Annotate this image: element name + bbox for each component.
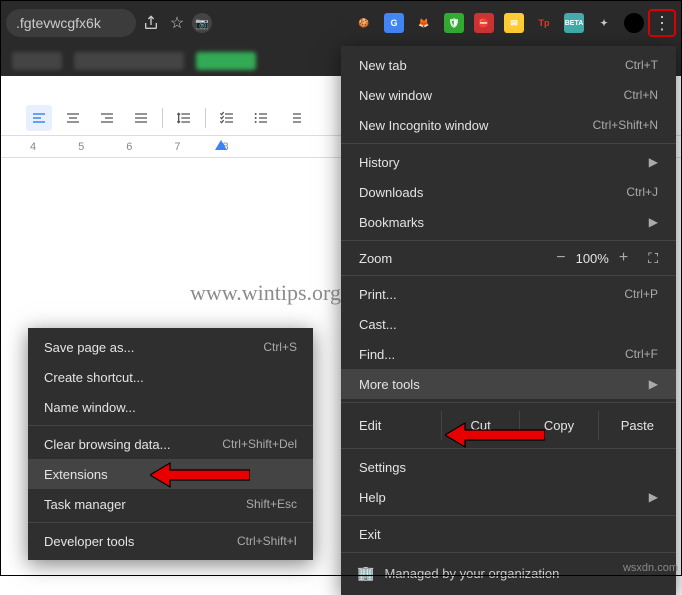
edit-label: Edit [341,411,441,440]
source-tag: wsxdn.com [623,562,678,574]
ext-icon-cookie[interactable]: 🍪 [354,13,374,33]
fullscreen-icon[interactable]: ⛶ [648,250,658,267]
submenu-clear-data[interactable]: Clear browsing data...Ctrl+Shift+Del [28,429,313,459]
menu-find[interactable]: Find...Ctrl+F [341,339,676,369]
profile-avatar[interactable] [624,13,644,33]
zoom-value: 100% [576,251,609,266]
chevron-right-icon: ▶ [649,215,658,229]
align-justify[interactable] [128,105,154,131]
ext-icon-beta[interactable]: BETA [564,13,584,33]
align-left[interactable] [26,105,52,131]
menu-history[interactable]: History▶ [341,147,676,177]
submenu-save-page[interactable]: Save page as...Ctrl+S [28,332,313,362]
menu-new-incognito[interactable]: New Incognito windowCtrl+Shift+N [341,110,676,140]
submenu-create-shortcut[interactable]: Create shortcut... [28,362,313,392]
menu-new-window[interactable]: New windowCtrl+N [341,80,676,110]
ext-icon-translate[interactable]: G [384,13,404,33]
align-center[interactable] [60,105,86,131]
edit-cut[interactable]: Cut [441,411,519,440]
menu-bookmarks[interactable]: Bookmarks▶ [341,207,676,237]
menu-cast[interactable]: Cast... [341,309,676,339]
puzzle-icon[interactable]: ✦ [594,13,614,33]
submenu-dev-tools[interactable]: Developer toolsCtrl+Shift+I [28,526,313,556]
line-spacing[interactable] [171,105,197,131]
submenu-task-manager[interactable]: Task managerShift+Esc [28,489,313,519]
ext-icon-block[interactable]: ⛔ [474,13,494,33]
menu-new-tab[interactable]: New tabCtrl+T [341,50,676,80]
menu-downloads[interactable]: DownloadsCtrl+J [341,177,676,207]
more-tools-submenu: Save page as...Ctrl+S Create shortcut...… [28,328,313,560]
ruler-mark: 7 [174,141,180,153]
submenu-name-window[interactable]: Name window... [28,392,313,422]
submenu-extensions[interactable]: Extensions [28,459,313,489]
chrome-main-menu: New tabCtrl+T New windowCtrl+N New Incog… [341,46,676,595]
ruler-mark: 5 [78,141,84,153]
menu-more-tools[interactable]: More tools▶ [341,369,676,399]
menu-help[interactable]: Help▶ [341,482,676,512]
chevron-right-icon: ▶ [649,490,658,504]
edit-paste[interactable]: Paste [598,411,676,440]
share-icon[interactable] [140,12,162,34]
ext-icon-mail[interactable]: ✉ [504,13,524,33]
numbered-list[interactable] [282,105,308,131]
chevron-right-icon: ▶ [649,377,658,391]
bulleted-list[interactable] [248,105,274,131]
chevron-right-icon: ▶ [649,155,658,169]
ext-icon-shield[interactable]: 🛡 [444,13,464,33]
edit-copy[interactable]: Copy [519,411,597,440]
extension-icons: 🍪 G 🦊 🛡 ⛔ ✉ Tp BETA ✦ [354,13,644,33]
indent-marker[interactable] [215,140,227,150]
bookmark-item[interactable] [12,52,62,70]
building-icon: 🏢 [357,565,374,582]
zoom-in-button[interactable]: + [619,249,628,267]
ruler-mark: 4 [30,141,36,153]
menu-print[interactable]: Print...Ctrl+P [341,279,676,309]
address-bar[interactable]: .fgtevwcgfx6k [6,9,136,37]
chrome-menu-button[interactable]: ⋮ [648,9,676,37]
ext-icon-metamask[interactable]: 🦊 [414,13,434,33]
menu-exit[interactable]: Exit [341,519,676,549]
star-icon[interactable]: ☆ [166,12,188,34]
bookmark-item[interactable] [196,52,256,70]
ext-icon-tp[interactable]: Tp [534,13,554,33]
browser-top-bar: .fgtevwcgfx6k ☆ 📷 🍪 G 🦊 🛡 ⛔ ✉ Tp BETA ✦ … [0,0,682,46]
menu-settings[interactable]: Settings [341,452,676,482]
zoom-out-button[interactable]: − [556,249,565,267]
ruler-mark: 6 [126,141,132,153]
bookmark-item[interactable] [74,52,184,70]
menu-edit-row: Edit Cut Copy Paste [341,406,676,445]
menu-zoom: Zoom − 100% + ⛶ [341,244,676,272]
align-right[interactable] [94,105,120,131]
checklist[interactable] [214,105,240,131]
camera-icon[interactable]: 📷 [192,13,212,33]
url-fragment: .fgtevwcgfx6k [16,15,101,31]
